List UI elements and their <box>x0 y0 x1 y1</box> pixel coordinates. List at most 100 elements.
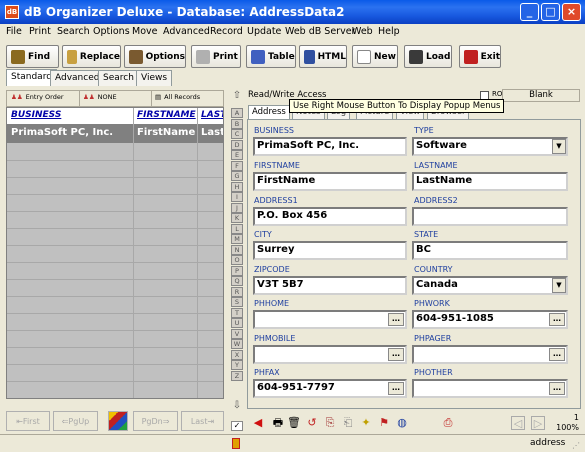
ellipsis-button[interactable]: … <box>388 348 404 361</box>
export-icon[interactable]: ⎙ <box>441 416 455 430</box>
table-row[interactable]: PrimaSoft PC, Inc. FirstName Last <box>7 125 223 143</box>
tab-address[interactable]: Address <box>248 105 290 120</box>
phhome-field[interactable]: … <box>253 310 407 329</box>
records-grid[interactable]: BUSINESS FIRSTNAME LAST PrimaSoft PC, In… <box>6 107 224 399</box>
first-button[interactable]: ⇤ First <box>6 411 50 431</box>
scroll-down-icon[interactable]: ⇩ <box>231 401 243 412</box>
menu-advanced[interactable]: Advanced <box>163 26 210 37</box>
firstname-field[interactable]: FirstName <box>253 172 407 191</box>
alpha-button[interactable]: N <box>231 244 243 255</box>
prev-record-icon[interactable]: ◁ <box>511 416 525 430</box>
alpha-button[interactable]: L <box>231 223 243 234</box>
ellipsis-button[interactable]: … <box>549 313 565 326</box>
html-button[interactable]: HTML <box>299 45 347 68</box>
column-header-last[interactable]: LAST <box>201 110 223 120</box>
phmobile-field[interactable]: … <box>253 345 407 364</box>
arrow-left-icon[interactable]: ◀ <box>251 416 265 430</box>
menu-file[interactable]: File <box>6 26 22 37</box>
scroll-up-icon[interactable]: ⇧ <box>231 91 243 102</box>
alpha-button[interactable]: U <box>231 318 243 328</box>
alpha-button[interactable]: C <box>231 129 243 139</box>
alpha-button[interactable]: A <box>231 108 243 118</box>
table-button[interactable]: Table <box>246 45 296 68</box>
tab-advanced[interactable]: Advanced <box>50 70 105 86</box>
entry-order-button[interactable]: ♟♟ Entry Order <box>11 93 64 101</box>
type-select[interactable]: Software ▼ <box>412 137 568 156</box>
column-header-business[interactable]: BUSINESS <box>11 110 61 120</box>
next-record-icon[interactable]: ▷ <box>531 416 545 430</box>
alpha-button[interactable]: D <box>231 139 243 150</box>
all-records-button[interactable]: ▤ All Records <box>155 93 200 101</box>
menu-web-db-server[interactable]: Web dB Server <box>285 26 355 37</box>
check-icon[interactable]: ✓ <box>231 421 243 431</box>
ellipsis-button[interactable]: … <box>549 348 565 361</box>
trash-icon[interactable]: 🗑 <box>287 416 301 430</box>
color-grid-icon[interactable] <box>108 411 128 431</box>
lastname-field[interactable]: LastName <box>412 172 568 191</box>
alpha-button[interactable]: J <box>231 202 243 213</box>
menu-web[interactable]: Web <box>352 26 373 37</box>
minimize-button[interactable]: _ <box>520 3 539 21</box>
alpha-button[interactable]: W <box>231 339 243 349</box>
sort-none-button[interactable]: ♟♟ NONE <box>83 93 117 101</box>
phpager-field[interactable]: … <box>412 345 568 364</box>
menu-help[interactable]: Help <box>378 26 400 37</box>
menu-options[interactable]: Options <box>93 26 130 37</box>
blank-button[interactable]: Blank <box>502 89 580 102</box>
undo-icon[interactable]: ↺ <box>305 416 319 430</box>
chevron-down-icon[interactable]: ▼ <box>552 139 566 154</box>
alpha-button[interactable]: E <box>231 150 243 160</box>
exit-button[interactable]: Exit <box>459 45 501 68</box>
chevron-down-icon[interactable]: ▼ <box>552 278 566 293</box>
alpha-button[interactable]: P <box>231 265 243 276</box>
menu-update[interactable]: Update <box>247 26 281 37</box>
close-button[interactable]: × <box>562 3 581 21</box>
phwork-field[interactable]: 604-951-1085… <box>412 310 568 329</box>
menu-search[interactable]: Search <box>57 26 90 37</box>
alpha-button[interactable]: I <box>231 192 243 202</box>
alpha-button[interactable]: O <box>231 255 243 265</box>
alpha-button[interactable]: S <box>231 297 243 307</box>
maximize-button[interactable]: □ <box>541 3 560 21</box>
business-field[interactable]: PrimaSoft PC, Inc. <box>253 137 407 156</box>
resize-grip-icon[interactable]: ⋰ <box>572 441 580 450</box>
menu-print[interactable]: Print <box>29 26 51 37</box>
menu-move[interactable]: Move <box>132 26 157 37</box>
country-select[interactable]: Canada ▼ <box>412 276 568 295</box>
menu-record[interactable]: Record <box>210 26 243 37</box>
alpha-button[interactable]: K <box>231 213 243 223</box>
load-button[interactable]: Load <box>404 45 452 68</box>
replace-button[interactable]: Replace <box>62 45 121 68</box>
phfax-field[interactable]: 604-951-7797… <box>253 379 407 398</box>
column-header-firstname[interactable]: FIRSTNAME <box>137 110 196 120</box>
address1-field[interactable]: P.O. Box 456 <box>253 207 407 226</box>
bookmark-icon[interactable]: ⚑ <box>377 416 391 430</box>
alpha-button[interactable]: G <box>231 171 243 181</box>
options-button[interactable]: Options <box>124 45 186 68</box>
ellipsis-button[interactable]: … <box>388 313 404 326</box>
phother-field[interactable]: … <box>412 379 568 398</box>
zipcode-field[interactable]: V3T 5B7 <box>253 276 407 295</box>
paste-record-icon[interactable]: ⎗ <box>341 416 355 430</box>
alpha-button[interactable]: F <box>231 160 243 171</box>
alpha-button[interactable]: Y <box>231 360 243 370</box>
globe-icon[interactable]: ◍ <box>395 416 409 430</box>
alpha-button[interactable]: T <box>231 307 243 318</box>
pgdn-button[interactable]: PgDn ⇒ <box>133 411 178 431</box>
alpha-button[interactable]: V <box>231 328 243 339</box>
find-button[interactable]: Find <box>6 45 59 68</box>
pgup-button[interactable]: ⇐ PgUp <box>53 411 98 431</box>
ellipsis-button[interactable]: … <box>388 382 404 395</box>
alpha-button[interactable]: R <box>231 286 243 297</box>
new-button[interactable]: New <box>352 45 398 68</box>
alpha-button[interactable]: Z <box>231 370 243 381</box>
copy-record-icon[interactable]: ⎘ <box>323 416 337 430</box>
printer-icon[interactable]: 🖶 <box>271 416 285 430</box>
city-field[interactable]: Surrey <box>253 241 407 260</box>
address2-field[interactable] <box>412 207 568 226</box>
alpha-button[interactable]: M <box>231 234 243 244</box>
state-field[interactable]: BC <box>412 241 568 260</box>
ellipsis-button[interactable]: … <box>549 382 565 395</box>
last-button[interactable]: Last ⇥ <box>181 411 224 431</box>
tab-views[interactable]: Views <box>136 70 173 86</box>
